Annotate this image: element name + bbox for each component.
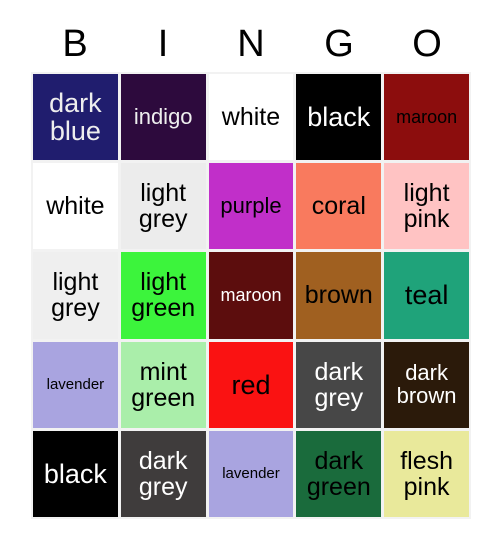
bingo-cell[interactable]: white <box>208 74 294 161</box>
bingo-header-letter-n: N <box>237 23 265 65</box>
bingo-cell[interactable]: dark green <box>296 430 382 517</box>
bingo-cell[interactable]: mint green <box>120 341 206 428</box>
bingo-cell[interactable]: red <box>208 341 294 428</box>
bingo-cell-label: flesh pink <box>400 446 453 501</box>
bingo-header-letter-i: I <box>157 23 169 65</box>
bingo-cell[interactable]: black <box>296 74 382 161</box>
bingo-cell-label: light pink <box>403 179 450 234</box>
bingo-cell-label: black <box>43 458 107 489</box>
bingo-cell-label: teal <box>404 280 449 311</box>
bingo-header-letter-b: B <box>62 23 88 65</box>
bingo-cell[interactable]: light grey <box>120 163 206 250</box>
bingo-header-letter-g: G <box>324 23 354 65</box>
bingo-cell[interactable]: dark grey <box>296 341 382 428</box>
bingo-cell-label: dark grey <box>314 357 364 412</box>
bingo-cell-label: black <box>307 102 371 133</box>
bingo-cell[interactable]: dark brown <box>384 341 469 428</box>
bingo-cell-label: mint green <box>131 357 196 412</box>
bingo-cell[interactable]: dark blue <box>33 74 118 161</box>
bingo-cell[interactable]: lavender <box>33 341 118 428</box>
bingo-cell[interactable]: flesh pink <box>384 430 469 517</box>
bingo-cell-label: light grey <box>51 268 100 323</box>
bingo-cell-label: dark green <box>306 446 371 501</box>
bingo-cell[interactable]: light grey <box>33 252 118 339</box>
bingo-cell[interactable]: black <box>33 430 118 517</box>
bingo-grid: dark blue indigo white black maroon white ligh… <box>31 72 471 519</box>
bingo-cell-label: brown <box>304 281 373 310</box>
bingo-cell-label: dark blue <box>49 88 102 147</box>
bingo-cell[interactable]: light green <box>120 252 206 339</box>
bingo-cell[interactable]: coral <box>296 163 382 250</box>
bingo-cell[interactable]: maroon <box>208 252 294 339</box>
bingo-cell-label: light grey <box>138 179 188 234</box>
bingo-cell-label: light green <box>131 268 196 323</box>
bingo-cell-label: dark grey <box>138 446 188 501</box>
bingo-cell-label: lavender <box>46 375 105 393</box>
bingo-header-row: B I N G O <box>31 18 471 70</box>
bingo-cell-label: white <box>221 103 281 132</box>
bingo-cell-label: lavender <box>222 465 280 483</box>
bingo-header-letter-o: O <box>412 23 442 65</box>
bingo-cell-label: maroon <box>220 285 282 306</box>
bingo-cell[interactable]: purple <box>208 163 294 250</box>
bingo-cell[interactable]: teal <box>384 252 469 339</box>
bingo-cell-label: coral <box>311 192 366 221</box>
bingo-cell[interactable]: maroon <box>384 74 469 161</box>
bingo-cell-label: dark brown <box>396 359 457 408</box>
bingo-cell-label: maroon <box>396 106 458 127</box>
bingo-cell-label: white <box>46 192 105 221</box>
bingo-cell-label: indigo <box>133 103 193 129</box>
bingo-cell-label: purple <box>220 192 282 218</box>
bingo-cell[interactable]: dark grey <box>120 430 206 517</box>
bingo-cell[interactable]: light pink <box>384 163 469 250</box>
bingo-cell[interactable]: white <box>33 163 118 250</box>
bingo-cell[interactable]: brown <box>296 252 382 339</box>
bingo-card: B I N G O dark blue indigo white black maroo… <box>0 0 501 544</box>
bingo-cell-label: red <box>231 369 271 400</box>
bingo-cell[interactable]: indigo <box>120 74 206 161</box>
bingo-cell[interactable]: lavender <box>208 430 294 517</box>
